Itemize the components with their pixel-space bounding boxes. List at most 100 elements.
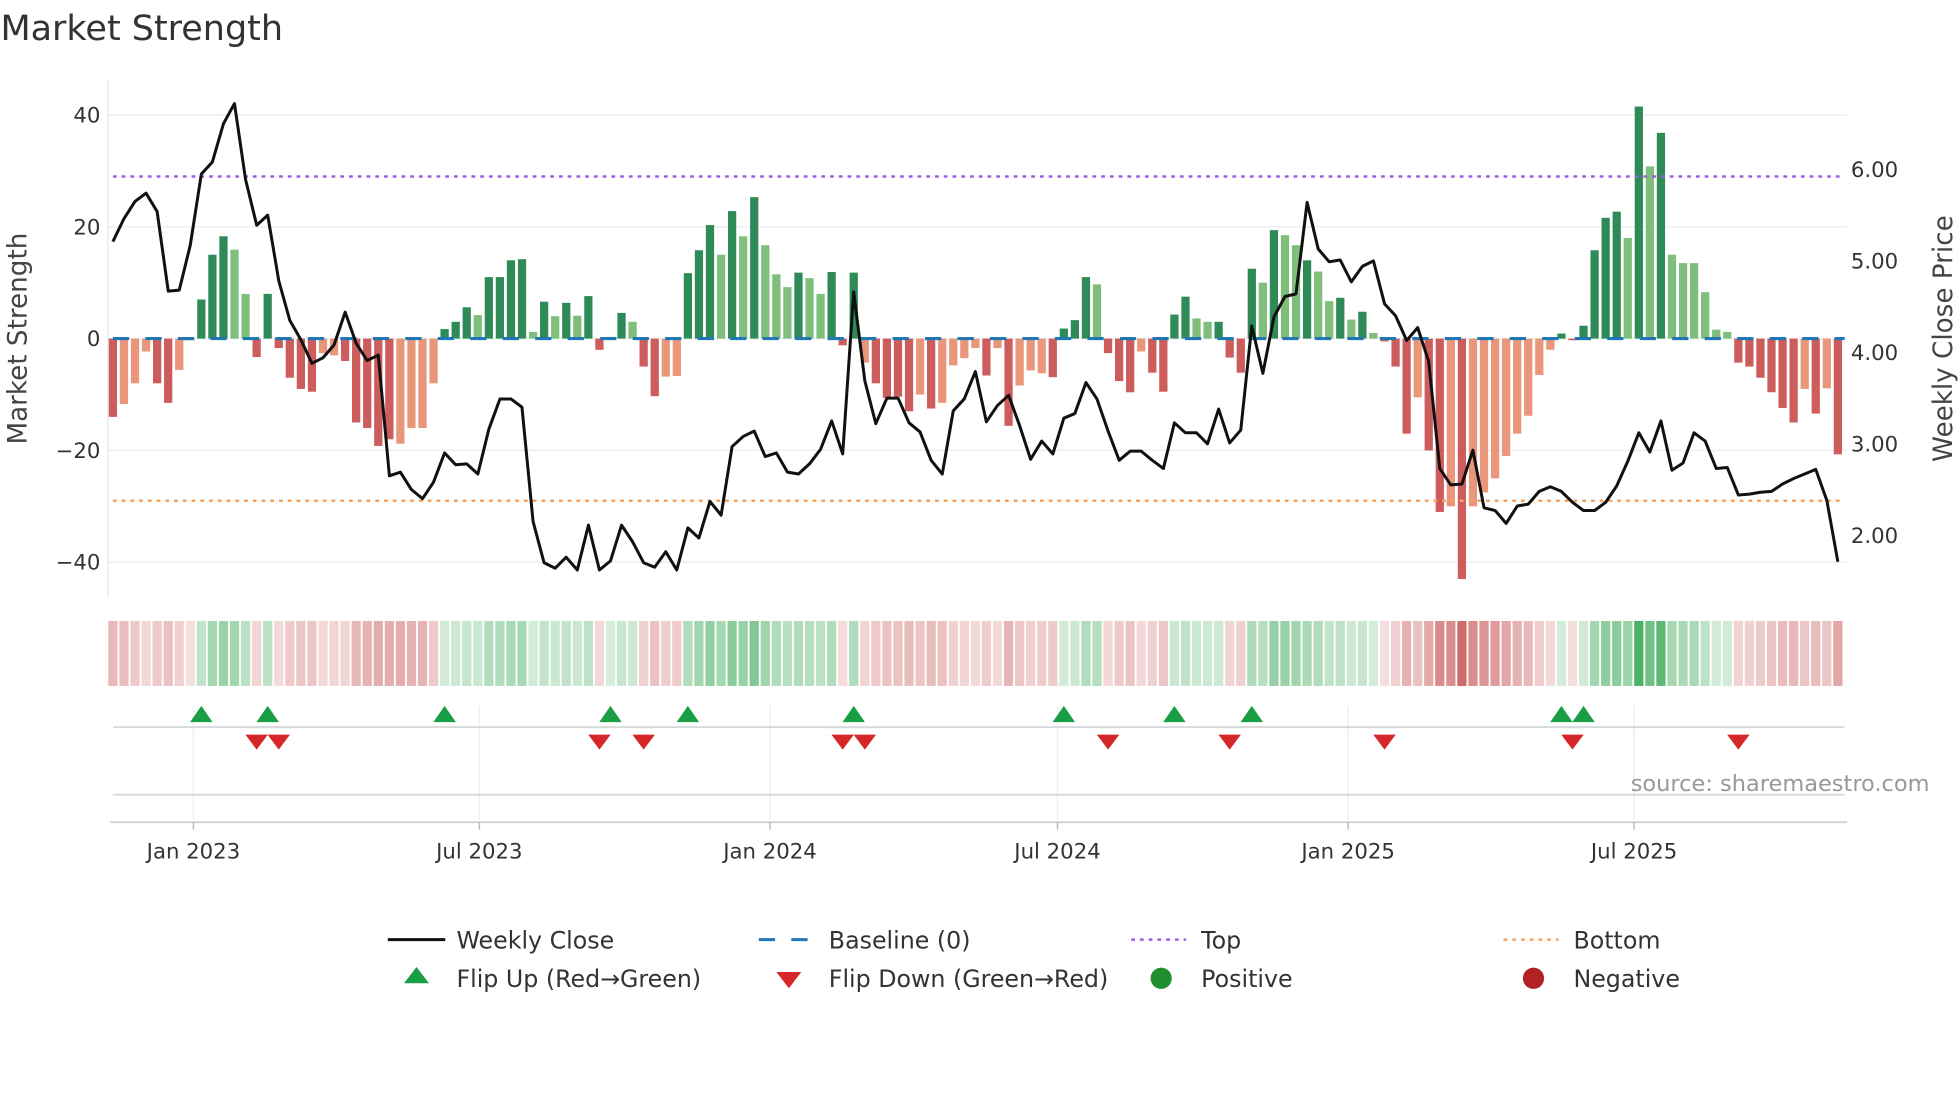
strength-bar <box>1280 235 1290 339</box>
legend-item-top: Top <box>1131 926 1241 954</box>
strength-bar <box>739 236 748 339</box>
heatmap-cell <box>274 620 284 686</box>
heatmap-cell <box>1601 620 1611 686</box>
heatmap-cell <box>1711 620 1721 686</box>
strength-bar <box>1170 314 1179 339</box>
strength-bar <box>263 293 272 339</box>
heatmap-cell <box>428 620 439 686</box>
heatmap-cell <box>395 620 406 686</box>
heatmap-cell <box>1479 620 1489 686</box>
strength-bar <box>1148 338 1157 373</box>
strength-bar <box>1579 325 1588 339</box>
heatmap-cell <box>1512 620 1522 686</box>
heatmap-cell <box>1003 620 1014 686</box>
heatmap-cell <box>1689 620 1699 686</box>
x-tick-label: Jan 2024 <box>721 839 817 864</box>
strength-heatmap-strip <box>108 620 1843 686</box>
heatmap-cell <box>661 620 671 686</box>
heatmap-cell <box>1545 620 1555 686</box>
strength-bar <box>1822 338 1831 389</box>
heatmap-cell <box>473 620 483 686</box>
strength-bar <box>805 278 814 339</box>
heatmap-cell <box>672 620 682 686</box>
heatmap-cell <box>882 620 892 686</box>
heatmap-cell <box>627 620 638 686</box>
heatmap-cell <box>1302 620 1312 686</box>
strength-bar <box>1490 338 1500 479</box>
heatmap-cell <box>959 620 969 686</box>
heatmap-cell <box>318 620 328 686</box>
strength-bar <box>1336 297 1345 339</box>
strength-bar <box>871 338 880 384</box>
strength-bar <box>915 338 925 395</box>
strength-bar <box>517 259 527 339</box>
heatmap-cell <box>1379 620 1390 686</box>
strength-bar <box>1678 263 1688 339</box>
flip-up-marker <box>1163 705 1186 723</box>
strength-bar <box>1192 318 1201 339</box>
heatmap-cell <box>1800 620 1810 686</box>
legend-label: Positive <box>1201 965 1292 993</box>
x-tick-label: Jul 2023 <box>434 839 522 864</box>
strength-bar <box>363 338 372 429</box>
heatmap-cell <box>1081 620 1091 686</box>
heatmap-cell <box>351 620 361 686</box>
heatmap-cell <box>871 620 881 686</box>
legend-item-positive: Positive <box>1150 965 1293 993</box>
strength-bar <box>938 338 947 403</box>
strength-bar <box>1236 338 1245 373</box>
strength-bar <box>783 287 792 339</box>
flip-up-marker <box>1572 705 1595 723</box>
heatmap-cell <box>152 620 162 686</box>
heatmap-cell <box>694 620 704 686</box>
flip-up-marker <box>256 705 279 723</box>
strength-bar <box>628 321 637 339</box>
heatmap-cell <box>926 620 936 686</box>
strength-bar <box>396 338 405 444</box>
heatmap-cell <box>550 620 560 686</box>
left-axis-title: Market Strength <box>4 233 34 445</box>
heatmap-cell <box>1269 620 1279 686</box>
strength-bar <box>694 250 704 339</box>
heatmap-cell <box>539 620 549 686</box>
heatmap-cell <box>1446 620 1456 686</box>
heatmap-cell <box>583 620 593 686</box>
heatmap-cell <box>937 620 947 686</box>
strength-bar <box>1513 338 1522 434</box>
heatmap-cell <box>1103 620 1113 686</box>
heatmap-cell <box>406 620 417 686</box>
flip-down-marker <box>1096 734 1120 750</box>
strength-bar <box>1391 338 1400 367</box>
strength-bar <box>1590 250 1599 339</box>
strength-bar <box>484 277 493 339</box>
heatmap-cell <box>1324 620 1334 686</box>
heatmap-cell <box>915 620 925 686</box>
heatmap-cell <box>727 620 737 686</box>
strength-bar <box>1601 217 1610 339</box>
heatmap-cell <box>1247 620 1257 686</box>
heatmap-cell <box>1280 620 1290 686</box>
strength-bar <box>1667 254 1677 339</box>
heatmap-cell <box>1634 620 1644 686</box>
heatmap-cell <box>1468 620 1478 686</box>
heatmap-cell <box>1789 620 1799 686</box>
legend-label: Flip Down (Green→Red) <box>829 965 1108 993</box>
heatmap-cell <box>815 620 826 686</box>
heatmap-cell <box>1048 620 1058 686</box>
strength-bar <box>451 321 460 339</box>
heatmap-cell <box>1258 620 1268 686</box>
strength-bar <box>1302 260 1312 339</box>
strength-bar <box>352 338 361 423</box>
strength-bar <box>1314 271 1323 339</box>
strength-bar <box>1081 277 1091 339</box>
right-axis-title: Weekly Close Price <box>1929 215 1959 462</box>
heatmap-cell <box>1667 620 1677 686</box>
strength-bar <box>318 338 328 354</box>
heatmap-cell <box>141 620 151 686</box>
heatmap-cell <box>1777 620 1788 686</box>
heatmap-cell <box>893 620 903 686</box>
y-tick-right: 5.00 <box>1851 249 1898 274</box>
strength-bar <box>1734 338 1743 363</box>
right-y-tick-labels: 6.00 5.00 4.00 3.00 2.00 <box>1851 158 1898 549</box>
strength-bar <box>1225 338 1234 358</box>
